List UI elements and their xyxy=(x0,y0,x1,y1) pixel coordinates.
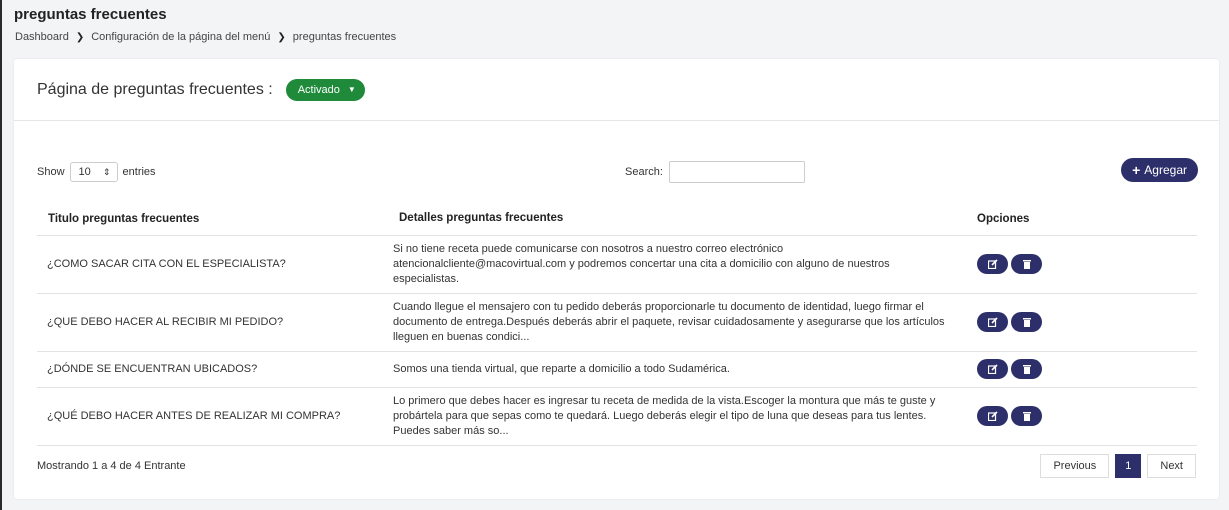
search-input[interactable] xyxy=(668,161,805,183)
edit-button[interactable] xyxy=(977,359,1008,379)
options-cell xyxy=(977,235,1197,294)
breadcrumb: Dashboard ❯ Configuración de la página d… xyxy=(15,31,396,43)
entries-select[interactable]: 10 ⇕ xyxy=(69,162,118,182)
show-label: Show xyxy=(37,166,65,178)
table-info: Mostrando 1 a 4 de 4 Entrante xyxy=(37,460,186,472)
edit-icon xyxy=(987,411,998,421)
edit-button[interactable] xyxy=(977,312,1008,332)
trash-icon xyxy=(1022,365,1031,374)
table-controls: Show 10 ⇕ entries Search: + Agregar xyxy=(14,158,1219,188)
table-row: ¿COMO SACAR CITA CON EL ESPECIALISTA? Si… xyxy=(37,235,1197,294)
faq-detail-cell: Somos una tienda virtual, que reparte a … xyxy=(392,351,977,388)
faq-title-cell: ¿QUE DEBO HACER AL RECIBIR MI PEDIDO? xyxy=(37,293,392,352)
plus-icon: + xyxy=(1132,162,1141,178)
previous-page-button[interactable]: Previous xyxy=(1040,454,1110,478)
search-label: Search: xyxy=(625,166,663,178)
pagination: Previous 1 Next xyxy=(1040,454,1196,478)
column-header-options[interactable]: Opciones xyxy=(977,203,1197,236)
faq-title-cell: ¿COMO SACAR CITA CON EL ESPECIALISTA? xyxy=(37,235,392,294)
entries-length-control: Show 10 ⇕ entries xyxy=(37,162,156,182)
edit-button[interactable] xyxy=(977,406,1008,426)
faq-table: Titulo preguntas frecuentes Detalles pre… xyxy=(37,203,1197,446)
app-frame: preguntas frecuentes Dashboard ❯ Configu… xyxy=(0,0,1229,510)
options-cell xyxy=(977,351,1197,388)
sort-arrows-icon: ⇕ xyxy=(102,166,111,177)
chevron-right-icon: ❯ xyxy=(277,31,286,43)
edit-icon xyxy=(987,259,998,269)
edit-icon xyxy=(987,364,998,374)
options-cell xyxy=(977,293,1197,352)
delete-button[interactable] xyxy=(1011,254,1042,274)
add-button-label: Agregar xyxy=(1144,163,1187,177)
options-cell xyxy=(977,387,1197,446)
card-header: Página de preguntas frecuentes : Activad… xyxy=(14,59,1219,121)
breadcrumb-current: preguntas frecuentes xyxy=(292,31,397,43)
page-title: preguntas frecuentes xyxy=(14,6,167,23)
faq-title-cell: ¿QUÉ DEBO HACER ANTES DE REALIZAR MI COM… xyxy=(37,387,392,446)
table-row: ¿DÓNDE SE ENCUENTRAN UBICADOS? Somos una… xyxy=(37,351,1197,388)
status-label: Activado xyxy=(297,83,340,96)
faq-card: Página de preguntas frecuentes : Activad… xyxy=(14,59,1219,499)
breadcrumb-dashboard[interactable]: Dashboard xyxy=(15,31,69,43)
table-row: ¿QUE DEBO HACER AL RECIBIR MI PEDIDO? Cu… xyxy=(37,293,1197,352)
delete-button[interactable] xyxy=(1011,312,1042,332)
column-header-detail[interactable]: Detalles preguntas frecuentes xyxy=(392,203,977,236)
chevron-right-icon: ❯ xyxy=(75,31,85,43)
next-page-button[interactable]: Next xyxy=(1147,454,1196,478)
entries-label: entries xyxy=(122,166,156,178)
delete-button[interactable] xyxy=(1011,406,1042,426)
faq-detail-cell: Cuando llegue el mensajero con tu pedido… xyxy=(392,293,977,352)
faq-title-cell: ¿DÓNDE SE ENCUENTRAN UBICADOS? xyxy=(37,351,392,388)
edit-icon xyxy=(987,317,998,327)
delete-button[interactable] xyxy=(1011,359,1042,379)
table-row: ¿QUÉ DEBO HACER ANTES DE REALIZAR MI COM… xyxy=(37,387,1197,446)
status-dropdown-button[interactable]: Activado ▼ xyxy=(285,78,365,101)
column-header-title[interactable]: Titulo preguntas frecuentes xyxy=(37,203,392,236)
add-button[interactable]: + Agregar xyxy=(1121,158,1198,182)
search-control: Search: xyxy=(625,161,805,183)
page-1-button[interactable]: 1 xyxy=(1115,454,1142,478)
edit-button[interactable] xyxy=(977,254,1008,274)
faq-page-label: Página de preguntas frecuentes : xyxy=(37,80,273,98)
faq-detail-cell: Si no tiene receta puede comunicarse con… xyxy=(392,235,977,294)
trash-icon xyxy=(1022,260,1031,269)
breadcrumb-menu-config[interactable]: Configuración de la página del menú xyxy=(91,31,270,43)
chevron-down-icon: ▼ xyxy=(347,85,356,94)
faq-detail-cell: Lo primero que debes hacer es ingresar t… xyxy=(392,387,977,446)
trash-icon xyxy=(1022,318,1031,327)
table-header-row: Titulo preguntas frecuentes Detalles pre… xyxy=(37,203,1197,236)
entries-value: 10 xyxy=(78,166,91,178)
trash-icon xyxy=(1022,412,1031,421)
